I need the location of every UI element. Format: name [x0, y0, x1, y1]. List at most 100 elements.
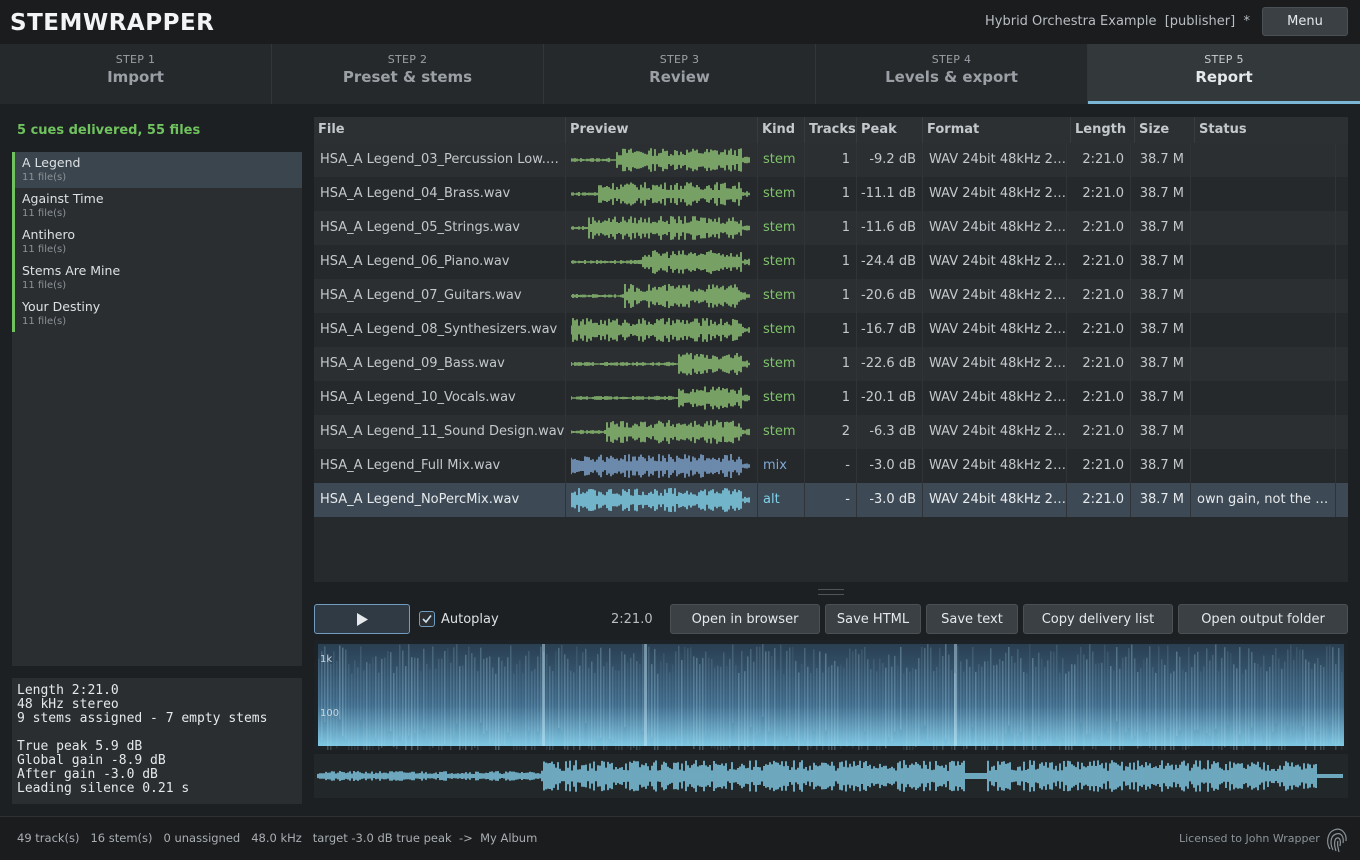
- info-line: [17, 726, 297, 740]
- copy-delivery-list-button[interactable]: Copy delivery list: [1023, 604, 1173, 634]
- kind-cell: stem: [758, 279, 805, 313]
- kind-cell: stem: [758, 211, 805, 245]
- tab-levels-export[interactable]: STEP 4 Levels & export: [816, 44, 1088, 104]
- preview-cell: [566, 143, 758, 177]
- cue-item[interactable]: Antihero 11 file(s): [12, 224, 302, 260]
- status-summary: 49 track(s) 16 stem(s) 0 unassigned 48.0…: [17, 831, 538, 845]
- waveform-preview: [571, 250, 750, 274]
- waveform-preview: [571, 216, 750, 240]
- waveform-preview: [571, 182, 750, 206]
- files-table: File Preview Kind Tracks Peak Format Len…: [314, 117, 1348, 582]
- status-cell: [1191, 347, 1336, 381]
- col-size[interactable]: Size: [1135, 117, 1195, 143]
- peak-cell: -16.7 dB: [857, 313, 923, 347]
- status-cell: own gain, not the ex...: [1191, 483, 1336, 517]
- save-html-button[interactable]: Save HTML: [825, 604, 921, 634]
- file-cell: HSA_A Legend_11_Sound Design.wav: [314, 415, 566, 449]
- table-row[interactable]: HSA_A Legend_10_Vocals.wav stem 1 -20.1 dB W…: [314, 381, 1348, 415]
- col-kind[interactable]: Kind: [758, 117, 805, 143]
- table-row[interactable]: HSA_A Legend_08_Synthesizers.wav stem 1 -16…: [314, 313, 1348, 347]
- format-cell: WAV 24bit 48kHz 2ch: [923, 381, 1067, 415]
- tab-report[interactable]: STEP 5 Report: [1088, 44, 1360, 104]
- table-header: File Preview Kind Tracks Peak Format Len…: [314, 117, 1348, 143]
- size-cell: 38.7 M: [1131, 347, 1191, 381]
- spectro-label-1k: 1k: [320, 654, 332, 665]
- size-cell: 38.7 M: [1131, 211, 1191, 245]
- overview-waveform[interactable]: [314, 754, 1348, 798]
- fingerprint-icon: [1327, 828, 1347, 853]
- file-cell: HSA_A Legend_10_Vocals.wav: [314, 381, 566, 415]
- file-cell: HSA_A Legend_04_Brass.wav: [314, 177, 566, 211]
- step-tabs: STEP 1 Import STEP 2 Preset & stems STEP 3…: [0, 44, 1360, 104]
- play-button[interactable]: [314, 604, 410, 634]
- col-peak[interactable]: Peak: [857, 117, 923, 143]
- file-cell: HSA_A Legend_NoPercMix.wav: [314, 483, 566, 517]
- size-cell: 38.7 M: [1131, 483, 1191, 517]
- cue-item[interactable]: Against Time 11 file(s): [12, 188, 302, 224]
- spectrogram[interactable]: 1k 100: [314, 640, 1348, 776]
- tracks-cell: 1: [805, 143, 857, 177]
- size-cell: 38.7 M: [1131, 143, 1191, 177]
- waveform-preview: [571, 420, 750, 444]
- tab-preset-stems[interactable]: STEP 2 Preset & stems: [272, 44, 544, 104]
- table-row[interactable]: HSA_A Legend_05_Strings.wav stem 1 -11.6 dB…: [314, 211, 1348, 245]
- status-cell: [1191, 143, 1336, 177]
- table-row[interactable]: HSA_A Legend_Full Mix.wav mix - -3.0 dB WAV …: [314, 449, 1348, 483]
- waveform-preview: [571, 148, 750, 172]
- format-cell: WAV 24bit 48kHz 2ch: [923, 143, 1067, 177]
- cue-item[interactable]: Your Destiny 11 file(s): [12, 296, 302, 332]
- play-icon: [357, 612, 368, 626]
- col-format[interactable]: Format: [923, 117, 1071, 143]
- status-bar: 49 track(s) 16 stem(s) 0 unassigned 48.0…: [0, 816, 1360, 860]
- panel-splitter[interactable]: [818, 589, 844, 595]
- table-row[interactable]: HSA_A Legend_06_Piano.wav stem 1 -24.4 dB WA…: [314, 245, 1348, 279]
- kind-cell: alt: [758, 483, 805, 517]
- table-row[interactable]: HSA_A Legend_03_Percussion Low.wav stem 1-…: [314, 143, 1348, 177]
- kind-cell: stem: [758, 347, 805, 381]
- table-row[interactable]: HSA_A Legend_NoPercMix.wav alt - -3.0 dB WAV…: [314, 483, 1348, 517]
- kind-cell: stem: [758, 313, 805, 347]
- peak-cell: -3.0 dB: [857, 449, 923, 483]
- preview-cell: [566, 211, 758, 245]
- length-cell: 2:21.0: [1067, 449, 1131, 483]
- waveform-preview: [571, 386, 750, 410]
- info-line: Length 2:21.0: [17, 683, 119, 698]
- length-cell: 2:21.0: [1067, 381, 1131, 415]
- open-in-browser-button[interactable]: Open in browser: [670, 604, 820, 634]
- peak-cell: -24.4 dB: [857, 245, 923, 279]
- cue-item[interactable]: A Legend 11 file(s): [12, 152, 302, 188]
- status-cell: [1191, 177, 1336, 211]
- cue-item[interactable]: Stems Are Mine 11 file(s): [12, 260, 302, 296]
- open-output-folder-button[interactable]: Open output folder: [1178, 604, 1348, 634]
- info-line: Global gain -8.9 dB: [17, 753, 166, 768]
- autoplay-checkbox[interactable]: [419, 611, 435, 627]
- peak-cell: -9.2 dB: [857, 143, 923, 177]
- table-row[interactable]: HSA_A Legend_07_Guitars.wav stem 1 -20.6 dB…: [314, 279, 1348, 313]
- format-cell: WAV 24bit 48kHz 2ch: [923, 313, 1067, 347]
- peak-cell: -6.3 dB: [857, 415, 923, 449]
- table-row[interactable]: HSA_A Legend_04_Brass.wav stem 1 -11.1 dB WA…: [314, 177, 1348, 211]
- col-status[interactable]: Status: [1195, 117, 1346, 143]
- size-cell: 38.7 M: [1131, 415, 1191, 449]
- status-cell: [1191, 415, 1336, 449]
- table-row[interactable]: HSA_A Legend_09_Bass.wav stem 1 -22.6 dB WAV…: [314, 347, 1348, 381]
- peak-cell: -20.6 dB: [857, 279, 923, 313]
- save-text-button[interactable]: Save text: [926, 604, 1018, 634]
- file-cell: HSA_A Legend_06_Piano.wav: [314, 245, 566, 279]
- info-line: 48 kHz stereo: [17, 697, 119, 712]
- col-length[interactable]: Length: [1071, 117, 1135, 143]
- format-cell: WAV 24bit 48kHz 2ch: [923, 415, 1067, 449]
- preview-cell: [566, 347, 758, 381]
- col-preview[interactable]: Preview: [566, 117, 758, 143]
- info-line: 9 stems assigned - 7 empty stems: [17, 711, 268, 726]
- tracks-cell: 1: [805, 313, 857, 347]
- size-cell: 38.7 M: [1131, 381, 1191, 415]
- tab-import[interactable]: STEP 1 Import: [0, 44, 272, 104]
- tab-review[interactable]: STEP 3 Review: [544, 44, 816, 104]
- license-text: Licensed to John Wrapper: [1179, 832, 1320, 845]
- col-file[interactable]: File: [314, 117, 566, 143]
- length-cell: 2:21.0: [1067, 347, 1131, 381]
- col-tracks[interactable]: Tracks: [805, 117, 857, 143]
- table-row[interactable]: HSA_A Legend_11_Sound Design.wav stem 2 -6.…: [314, 415, 1348, 449]
- menu-button[interactable]: Menu: [1262, 7, 1348, 36]
